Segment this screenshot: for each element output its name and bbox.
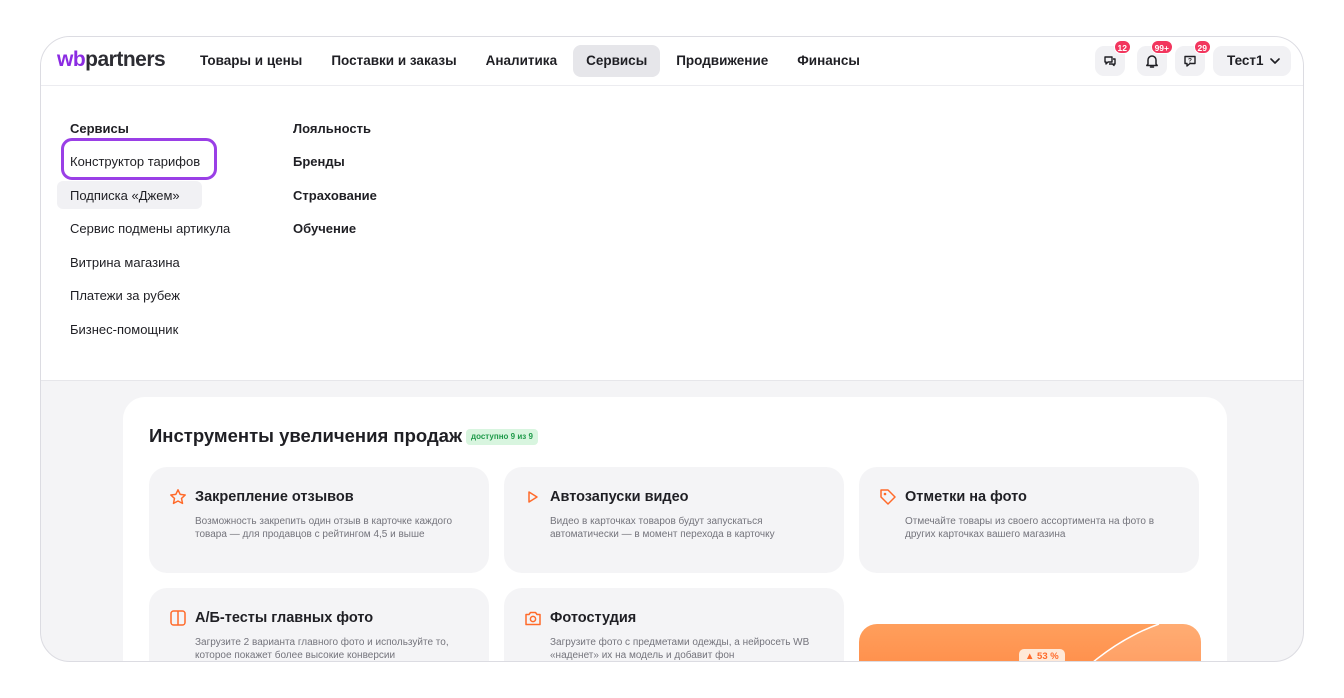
play-icon [528,491,538,503]
camera-icon [525,611,541,626]
services-dropdown: Сервисы Конструктор тарифов Подписка «Дж… [41,86,1303,381]
tool-card-description: Отмечайте товары из своего ассортимента … [905,516,1155,540]
notifications-badge: 99+ [1150,40,1173,54]
tool-card-ab-tests[interactable]: А/Б-тесты главных фото Загрузите 2 вариа… [149,588,489,661]
tool-card-title: Автозапуски видео [550,489,689,505]
tool-card-title: А/Б-тесты главных фото [195,610,374,626]
support-button[interactable]: ? 29 [1175,40,1211,76]
tool-card-video-autoplay[interactable]: Автозапуски видео Видео в карточках това… [504,467,844,573]
sales-tools-title: Инструменты увеличения продаж [149,425,463,446]
logo-prefix: wb [57,48,86,71]
nav-item-promotion[interactable]: Продвижение [663,45,781,77]
nav-item-analytics[interactable]: Аналитика [473,45,570,77]
star-icon [170,489,186,505]
support-chat-icon: ? [1184,55,1196,67]
nav-item-goods-prices[interactable]: Товары и цены [187,45,315,77]
tool-card-description: Возможность закрепить один отзыв в карто… [195,516,453,540]
tool-card-photostudio[interactable]: Фотостудия Загрузите фото с предметами о… [504,588,844,661]
svg-text:?: ? [1188,57,1192,64]
ab-test-icon [170,610,186,626]
menu-item-foreign-payments[interactable]: Платежи за рубеж [70,288,180,303]
availability-badge: доступно 9 из 9 [466,429,538,445]
user-menu-button[interactable]: Тест1 [1213,46,1291,76]
app-window: wbpartners Товары и цены Поставки и зака… [40,36,1304,662]
tool-card-description: Загрузите 2 варианта главного фото и исп… [195,637,449,661]
tool-card-title: Фотостудия [550,610,637,626]
nav-item-supplies-orders[interactable]: Поставки и заказы [318,45,469,77]
nav-item-services[interactable]: Сервисы [573,45,661,77]
menu-item-business-assistant[interactable]: Бизнес-помощник [70,322,178,337]
wbpartners-logo[interactable]: wbpartners [57,48,166,72]
tool-card-pinned-reviews[interactable]: Закрепление отзывов Возможность закрепит… [149,467,489,573]
menu-item-insurance[interactable]: Страхование [293,188,377,203]
user-name: Тест1 [1227,53,1264,68]
tool-card-title: Отметки на фото [905,489,1027,505]
notifications-button[interactable]: 99+ [1137,40,1173,76]
menu-item-brands[interactable]: Бренды [293,154,345,169]
tool-card-photo-tags[interactable]: Отметки на фото Отмечайте товары из свое… [859,467,1199,573]
menu-item-loyalty[interactable]: Лояльность [293,121,371,136]
sales-tools-panel: Инструменты увеличения продаж доступно 9… [123,397,1227,661]
tag-icon [880,489,896,505]
chat-button[interactable]: 12 [1095,40,1131,76]
menu-item-jam-subscription[interactable]: Подписка «Джем» [70,188,180,203]
nav-item-finance[interactable]: Финансы [784,45,873,77]
chat-badge: 12 [1113,40,1131,54]
tool-card-description: Видео в карточках товаров будут запускат… [550,516,775,540]
menu-heading-services[interactable]: Сервисы [70,121,129,136]
logo-suffix: partners [85,48,166,71]
menu-item-training[interactable]: Обучение [293,221,356,236]
tool-card-description: Загрузите фото с предметами одежды, а не… [550,637,810,661]
menu-item-article-substitution[interactable]: Сервис подмены артикула [70,221,230,236]
menu-item-store-showcase[interactable]: Витрина магазина [70,255,180,270]
main-nav: Товары и цены Поставки и заказы Аналитик… [187,45,876,77]
chat-icon [1104,56,1116,67]
growth-pill: ▲ 53 % [1019,649,1065,661]
tool-card-title: Закрепление отзывов [195,489,354,505]
promo-growth-card[interactable]: ▲ 53 % [859,624,1201,661]
support-badge: 29 [1193,40,1211,54]
chevron-down-icon [1270,58,1280,64]
menu-item-tariff-constructor[interactable]: Конструктор тарифов [70,154,200,169]
top-bar: wbpartners Товары и цены Поставки и зака… [41,37,1303,86]
bell-icon [1146,55,1158,68]
